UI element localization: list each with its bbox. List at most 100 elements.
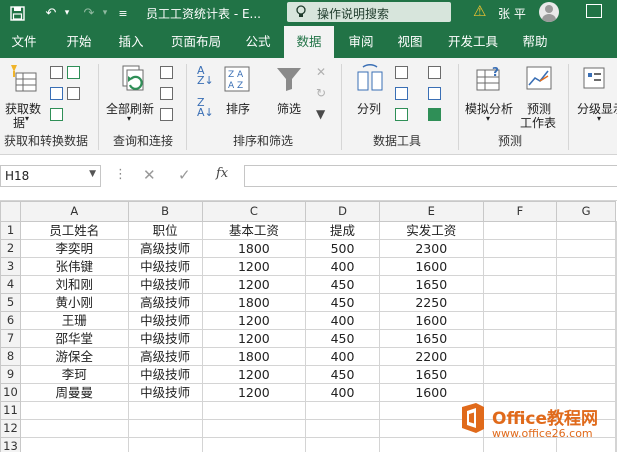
get-data-icon[interactable]: [6, 62, 40, 96]
cell[interactable]: 450: [305, 293, 380, 312]
cell[interactable]: [482, 311, 558, 330]
from-web-icon[interactable]: [67, 66, 80, 79]
row-header[interactable]: 7: [0, 329, 21, 348]
cell[interactable]: [19, 419, 129, 438]
existing-connections-icon[interactable]: [50, 108, 63, 121]
undo-dropdown-icon[interactable]: ▾: [58, 4, 76, 22]
cell[interactable]: 高级技师: [127, 239, 203, 258]
cell[interactable]: 游保全: [19, 347, 129, 366]
cell[interactable]: 邵华堂: [19, 329, 129, 348]
cell[interactable]: [127, 437, 203, 452]
cell[interactable]: 李珂: [19, 365, 129, 384]
cell[interactable]: [615, 221, 617, 240]
cell[interactable]: [482, 347, 558, 366]
cell[interactable]: [201, 437, 307, 452]
tab-review[interactable]: 审阅: [339, 26, 383, 58]
flash-fill-icon[interactable]: [395, 66, 408, 79]
forecast-sheet-label-2[interactable]: 工作表: [520, 114, 556, 131]
tab-home[interactable]: 开始: [55, 26, 103, 58]
consolidate-icon[interactable]: [428, 66, 441, 79]
cell[interactable]: [615, 275, 617, 294]
cell[interactable]: 中级技师: [127, 311, 203, 330]
cell[interactable]: [305, 419, 380, 438]
relationships-icon[interactable]: [428, 87, 441, 100]
cell[interactable]: 1200: [201, 275, 307, 294]
redo-dropdown-icon[interactable]: ▾: [96, 4, 114, 22]
cell[interactable]: [556, 275, 616, 294]
chevron-down-icon[interactable]: ▾: [486, 114, 490, 123]
clear-filter-icon[interactable]: ✕: [316, 65, 326, 79]
column-header[interactable]: B: [127, 201, 203, 222]
row-header[interactable]: 8: [0, 347, 21, 366]
filter-icon[interactable]: [274, 64, 304, 94]
cell[interactable]: [615, 257, 617, 276]
chevron-down-icon[interactable]: ▾: [25, 114, 29, 123]
sort-icon[interactable]: Z A A Z: [222, 64, 252, 94]
cell[interactable]: [556, 257, 616, 276]
remove-duplicates-icon[interactable]: [395, 87, 408, 100]
cell[interactable]: 1200: [201, 257, 307, 276]
cell[interactable]: 周曼曼: [19, 383, 129, 402]
cell[interactable]: 1200: [201, 329, 307, 348]
cell[interactable]: 450: [305, 365, 380, 384]
cell[interactable]: 1650: [378, 275, 484, 294]
sort-descending-icon[interactable]: Z A↓: [197, 97, 214, 118]
row-header[interactable]: 10: [0, 383, 21, 402]
cell[interactable]: 1800: [201, 239, 307, 258]
cell[interactable]: 500: [305, 239, 380, 258]
name-box[interactable]: H18 ▼: [0, 165, 101, 187]
tab-file[interactable]: 文件: [0, 26, 48, 58]
cell[interactable]: [556, 329, 616, 348]
cell[interactable]: [482, 365, 558, 384]
cancel-icon[interactable]: ✕: [143, 166, 156, 184]
cell[interactable]: 中级技师: [127, 329, 203, 348]
cell[interactable]: 1200: [201, 311, 307, 330]
insert-function-icon[interactable]: fx: [216, 166, 228, 181]
row-header[interactable]: 1: [0, 221, 21, 240]
cell[interactable]: [556, 311, 616, 330]
tab-help[interactable]: 帮助: [512, 26, 558, 58]
enter-icon[interactable]: ✓: [178, 166, 191, 184]
cell[interactable]: [482, 239, 558, 258]
select-all-corner[interactable]: [0, 201, 21, 222]
cell[interactable]: [615, 293, 617, 312]
data-validation-icon[interactable]: [395, 108, 408, 121]
cell[interactable]: 1600: [378, 311, 484, 330]
cell[interactable]: [127, 419, 203, 438]
cell[interactable]: 400: [305, 347, 380, 366]
cell[interactable]: 2200: [378, 347, 484, 366]
save-icon[interactable]: [8, 4, 26, 22]
cell[interactable]: 基本工资: [201, 221, 307, 240]
chevron-down-icon[interactable]: ▼: [89, 169, 96, 179]
row-header[interactable]: 5: [0, 293, 21, 312]
sort-label[interactable]: 排序: [226, 100, 250, 117]
column-header[interactable]: E: [378, 201, 484, 222]
queries-connections-icon[interactable]: [160, 66, 173, 79]
cell[interactable]: 李奕明: [19, 239, 129, 258]
cell[interactable]: [556, 239, 616, 258]
sort-ascending-icon[interactable]: A Z↓: [197, 65, 214, 86]
outline-icon[interactable]: [580, 63, 608, 93]
cell[interactable]: [615, 365, 617, 384]
cell[interactable]: 刘和刚: [19, 275, 129, 294]
customize-toolbar-icon[interactable]: ≡: [114, 4, 132, 22]
cell[interactable]: 张伟键: [19, 257, 129, 276]
row-header[interactable]: 4: [0, 275, 21, 294]
cell[interactable]: 1600: [378, 257, 484, 276]
cell[interactable]: [615, 311, 617, 330]
cell[interactable]: [19, 437, 129, 452]
cell[interactable]: 中级技师: [127, 257, 203, 276]
column-header[interactable]: G: [556, 201, 616, 222]
column-header[interactable]: A: [19, 201, 129, 222]
cell[interactable]: 1800: [201, 293, 307, 312]
cell[interactable]: [127, 401, 203, 420]
cell[interactable]: [482, 329, 558, 348]
cell[interactable]: 1800: [201, 347, 307, 366]
cell[interactable]: 黄小刚: [19, 293, 129, 312]
cell[interactable]: [305, 401, 380, 420]
cell[interactable]: [305, 437, 380, 452]
cell[interactable]: 高级技师: [127, 347, 203, 366]
cell[interactable]: [615, 239, 617, 258]
cell[interactable]: [482, 257, 558, 276]
tab-data[interactable]: 数据: [284, 26, 334, 58]
